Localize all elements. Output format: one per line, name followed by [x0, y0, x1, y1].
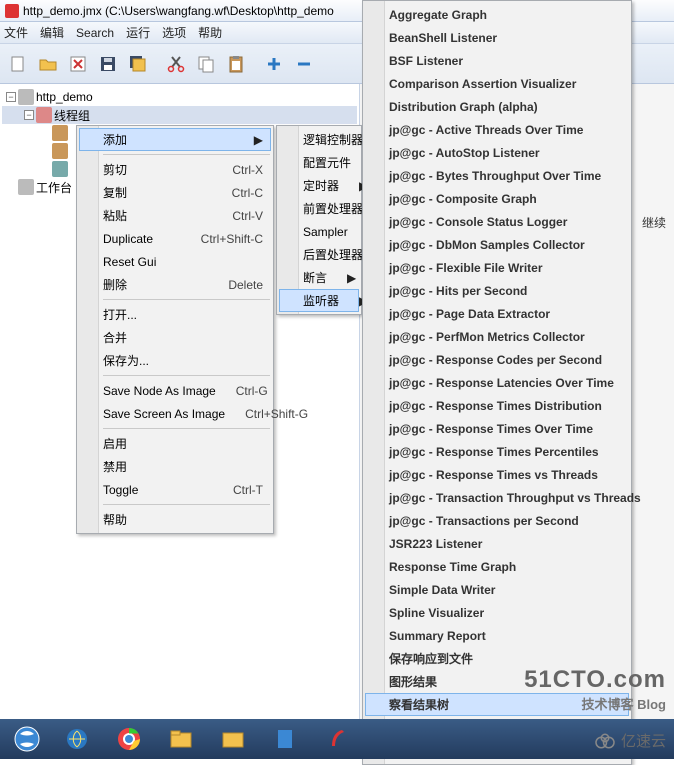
listener-item[interactable]: BeanShell Listener — [365, 26, 629, 49]
submenu-item[interactable]: 逻辑控制器▶ — [279, 128, 359, 151]
menu-separator — [103, 154, 270, 155]
submenu-item[interactable]: Sampler▶ — [279, 220, 359, 243]
plus-button[interactable] — [260, 48, 288, 80]
collapse-icon[interactable]: − — [24, 110, 34, 120]
listener-item[interactable]: jp@gc - Console Status Logger — [365, 210, 629, 233]
app2-button[interactable] — [260, 722, 310, 756]
menu-item[interactable]: Save Screen As ImageCtrl+Shift-G — [79, 402, 271, 425]
menu-item[interactable]: 禁用 — [79, 455, 271, 478]
menu-item[interactable]: 打开... — [79, 303, 271, 326]
listener-item[interactable]: jp@gc - Response Times Distribution — [365, 394, 629, 417]
listener-item[interactable]: jp@gc - Hits per Second — [365, 279, 629, 302]
collapse-icon[interactable]: − — [6, 92, 16, 102]
menu-separator — [103, 299, 270, 300]
add-submenu[interactable]: 逻辑控制器▶配置元件▶定时器▶前置处理器▶Sampler▶后置处理器▶断言▶监听… — [276, 125, 362, 315]
submenu-item[interactable]: 定时器▶ — [279, 174, 359, 197]
save-button[interactable] — [94, 48, 122, 80]
listener-item[interactable]: 保存响应到文件 — [365, 647, 629, 670]
menu-file[interactable]: 文件 — [4, 24, 28, 41]
menu-item[interactable]: ToggleCtrl-T — [79, 478, 271, 501]
menu-item[interactable]: Save Node As ImageCtrl-G — [79, 379, 271, 402]
app-icon — [5, 4, 19, 18]
listener-item[interactable]: jp@gc - AutoStop Listener — [365, 141, 629, 164]
listener-item[interactable]: 图形结果 — [365, 670, 629, 693]
listener-item[interactable]: jp@gc - Response Times vs Threads — [365, 463, 629, 486]
listener-item[interactable]: jp@gc - Response Latencies Over Time — [365, 371, 629, 394]
continue-label: 继续 — [642, 214, 666, 231]
window-title: http_demo.jmx (C:\Users\wangfang.wf\Desk… — [23, 4, 334, 18]
app1-button[interactable] — [208, 722, 258, 756]
copy-button[interactable] — [192, 48, 220, 80]
submenu-item[interactable]: 配置元件▶ — [279, 151, 359, 174]
paste-button[interactable] — [222, 48, 250, 80]
listener-item[interactable]: jp@gc - Page Data Extractor — [365, 302, 629, 325]
listener-item[interactable]: Aggregate Graph — [365, 3, 629, 26]
menu-item[interactable]: 粘贴Ctrl-V — [79, 204, 271, 227]
menu-separator — [103, 428, 270, 429]
ie-button[interactable] — [52, 722, 102, 756]
listener-item[interactable]: jp@gc - Response Codes per Second — [365, 348, 629, 371]
listener-item[interactable]: 察看结果树 — [365, 693, 629, 716]
listener-submenu[interactable]: Aggregate GraphBeanShell ListenerBSF Lis… — [362, 0, 632, 765]
listener-item[interactable]: jp@gc - Response Times Over Time — [365, 417, 629, 440]
start-button[interactable] — [4, 722, 50, 756]
menu-item[interactable]: 合并 — [79, 326, 271, 349]
submenu-item[interactable]: 前置处理器▶ — [279, 197, 359, 220]
listener-item[interactable]: Spline Visualizer — [365, 601, 629, 624]
new-button[interactable] — [4, 48, 32, 80]
listener-item[interactable]: Summary Report — [365, 624, 629, 647]
listener-item[interactable]: jp@gc - Flexible File Writer — [365, 256, 629, 279]
menu-item[interactable]: 保存为... — [79, 349, 271, 372]
listener-item[interactable]: jp@gc - Transaction Throughput vs Thread… — [365, 486, 629, 509]
taskbar[interactable] — [0, 719, 674, 759]
cut-button[interactable] — [162, 48, 190, 80]
listener-item[interactable]: Simple Data Writer — [365, 578, 629, 601]
close-button[interactable] — [64, 48, 92, 80]
menu-edit[interactable]: 编辑 — [40, 24, 64, 41]
listener-item[interactable]: BSF Listener — [365, 49, 629, 72]
open-button[interactable] — [34, 48, 62, 80]
jmeter-taskbar-button[interactable] — [312, 722, 362, 756]
menu-item[interactable]: 帮助 — [79, 508, 271, 531]
menu-item[interactable]: 删除Delete — [79, 273, 271, 296]
menu-item[interactable]: Reset Gui — [79, 250, 271, 273]
menu-separator — [103, 375, 270, 376]
save-all-button[interactable] — [124, 48, 152, 80]
listener-item[interactable]: jp@gc - Bytes Throughput Over Time — [365, 164, 629, 187]
listener-item[interactable]: jp@gc - PerfMon Metrics Collector — [365, 325, 629, 348]
listener-item[interactable]: jp@gc - Transactions per Second — [365, 509, 629, 532]
menu-separator — [103, 504, 270, 505]
menu-options[interactable]: 选项 — [162, 24, 186, 41]
menu-item[interactable]: 启用 — [79, 432, 271, 455]
listener-item[interactable]: Response Time Graph — [365, 555, 629, 578]
tree-root[interactable]: −http_demo — [2, 88, 357, 106]
menu-item[interactable]: 添加▶ — [79, 128, 271, 151]
tree-thread-group[interactable]: −线程组 — [2, 106, 357, 124]
listener-item[interactable]: jp@gc - DbMon Samples Collector — [365, 233, 629, 256]
submenu-item[interactable]: 后置处理器▶ — [279, 243, 359, 266]
listener-item[interactable]: jp@gc - Response Times Percentiles — [365, 440, 629, 463]
listener-item[interactable]: jp@gc - Active Threads Over Time — [365, 118, 629, 141]
submenu-item[interactable]: 监听器▶ — [279, 289, 359, 312]
menu-search[interactable]: Search — [76, 26, 114, 40]
explorer-button[interactable] — [156, 722, 206, 756]
menu-item[interactable]: 复制Ctrl-C — [79, 181, 271, 204]
minus-button[interactable] — [290, 48, 318, 80]
listener-item[interactable]: Distribution Graph (alpha) — [365, 95, 629, 118]
listener-item[interactable]: JSR223 Listener — [365, 532, 629, 555]
menu-item[interactable]: DuplicateCtrl+Shift-C — [79, 227, 271, 250]
menu-run[interactable]: 运行 — [126, 24, 150, 41]
submenu-item[interactable]: 断言▶ — [279, 266, 359, 289]
menu-help[interactable]: 帮助 — [198, 24, 222, 41]
listener-item[interactable]: Comparison Assertion Visualizer — [365, 72, 629, 95]
menu-item[interactable]: 剪切Ctrl-X — [79, 158, 271, 181]
listener-item[interactable]: jp@gc - Composite Graph — [365, 187, 629, 210]
context-menu[interactable]: 添加▶ 剪切Ctrl-X复制Ctrl-C粘贴Ctrl-VDuplicateCtrl… — [76, 125, 274, 534]
chrome-button[interactable] — [104, 722, 154, 756]
